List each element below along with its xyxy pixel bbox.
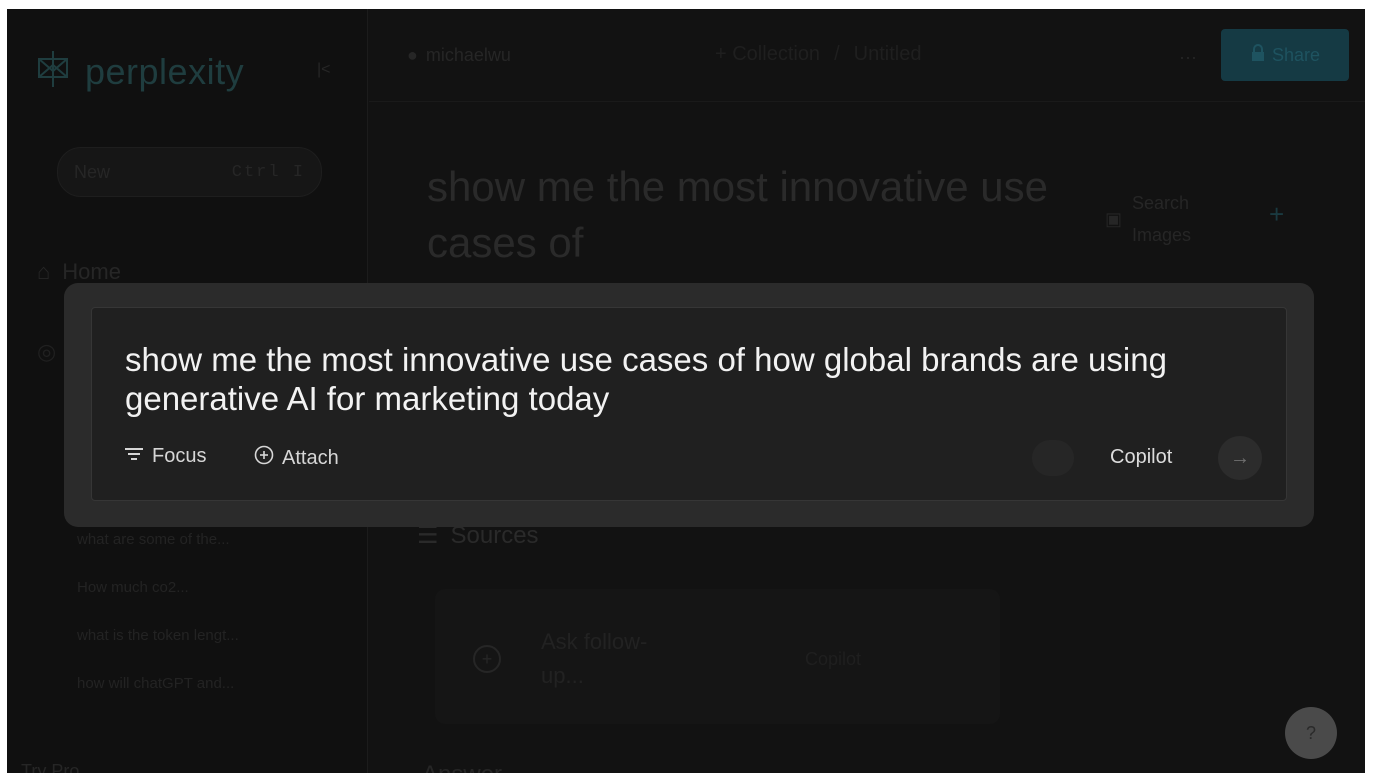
add-icon[interactable]: +	[473, 645, 501, 673]
header-divider	[369, 101, 1365, 102]
new-thread-button[interactable]: New Ctrl I	[57, 147, 322, 197]
image-icon: ▣	[1105, 208, 1123, 229]
query-input[interactable]: show me the most innovative use cases of…	[125, 340, 1275, 418]
perplexity-logo-icon	[31, 47, 75, 96]
arrow-right-icon: →	[1230, 446, 1250, 469]
breadcrumb: + Collection / Untitled	[715, 43, 921, 66]
share-button[interactable]: Share	[1221, 29, 1349, 81]
username: michaelwu	[425, 45, 511, 65]
breadcrumb-separator: /	[834, 43, 840, 65]
collapse-sidebar-icon[interactable]: |<	[317, 61, 331, 79]
copilot-label: Copilot	[1110, 446, 1173, 468]
lock-icon	[1250, 43, 1266, 67]
keyboard-shortcut: Ctrl I	[231, 162, 305, 182]
follow-up-input[interactable]: Ask follow-up...	[541, 625, 661, 693]
add-to-collection-link[interactable]: + Collection	[715, 43, 820, 66]
new-thread-label: New	[74, 161, 111, 182]
share-label: Share	[1271, 44, 1321, 65]
thread-title: show me the most innovative use cases of	[427, 163, 1048, 266]
submit-button[interactable]: →	[1218, 436, 1262, 480]
search-images-button[interactable]: ▣ Search Images	[1105, 187, 1191, 251]
filter-icon	[124, 445, 144, 468]
focus-label: Focus	[152, 445, 207, 467]
attach-button[interactable]: Attach	[254, 445, 339, 471]
attach-label: Attach	[282, 446, 339, 469]
search-overlay: show me the most innovative use cases of…	[64, 283, 1314, 527]
history-item[interactable]: what is the token lengt...	[77, 627, 239, 644]
history-item[interactable]: How much co2...	[77, 579, 189, 596]
sidebar-item-label: Home	[62, 259, 121, 284]
sidebar-item-compass-icon[interactable]: ◎	[37, 339, 56, 365]
user-menu[interactable]: ● michaelwu	[407, 45, 511, 66]
copilot-toggle[interactable]	[1032, 440, 1074, 476]
logo[interactable]: perplexity	[31, 47, 244, 96]
search-images-label-2: Images	[1132, 225, 1192, 245]
user-icon: ●	[407, 45, 418, 65]
brand-name: perplexity	[85, 50, 245, 92]
more-options-icon[interactable]: ···	[1179, 47, 1197, 68]
query-input-box[interactable]: show me the most innovative use cases of…	[91, 307, 1287, 501]
help-button[interactable]: ?	[1285, 707, 1337, 759]
focus-button[interactable]: Focus	[124, 445, 206, 468]
sidebar-item-home[interactable]: ⌂ Home	[37, 259, 121, 285]
answer-heading: Answer	[422, 761, 502, 773]
history-item[interactable]: how will chatGPT and...	[77, 675, 234, 692]
follow-up-copilot-label: Copilot	[805, 649, 862, 669]
plus-icon[interactable]: +	[1269, 199, 1284, 230]
app-window: perplexity |< New Ctrl I ⌂ Home ◎ what a…	[7, 9, 1365, 773]
history-item[interactable]: what are some of the...	[77, 531, 230, 548]
thread-name[interactable]: Untitled	[854, 43, 922, 66]
follow-up-box[interactable]: + Ask follow-up... Copilot	[435, 589, 1000, 724]
add-circle-icon	[254, 445, 274, 471]
search-images-label-1: Search	[1132, 193, 1190, 213]
try-pro-link[interactable]: Try Pro	[21, 761, 79, 773]
home-icon: ⌂	[37, 259, 51, 284]
